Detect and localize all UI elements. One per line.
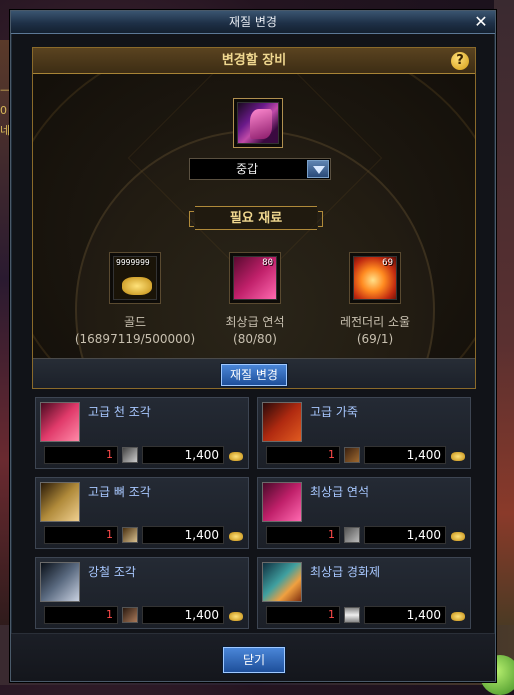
quantity-value: 1 bbox=[328, 608, 335, 621]
quantity-field[interactable]: 1 bbox=[44, 606, 118, 624]
material-caption-whetstone: 최상급 연석 (80/80) bbox=[185, 314, 325, 348]
quantity-field[interactable]: 1 bbox=[266, 606, 340, 624]
material-change-window: 재질 변경 ✕ 변경할 장비 ? 중갑 필요 재료 9999999 80 69 … bbox=[10, 10, 496, 682]
steel-piece-icon bbox=[40, 562, 80, 602]
close-button[interactable]: 닫기 bbox=[223, 647, 285, 673]
gold-icon bbox=[450, 607, 466, 623]
price-value: 1,400 bbox=[184, 448, 219, 462]
panel-header: 변경할 장비 ? bbox=[33, 48, 475, 74]
material-name: 레전더리 소울 bbox=[339, 315, 411, 329]
window-title: 재질 변경 bbox=[229, 15, 277, 29]
top-grade-whetstone-icon: 80 bbox=[233, 256, 277, 300]
shop-item-card[interactable]: 최상급 연석 1 1,400 bbox=[257, 477, 471, 549]
help-icon[interactable]: ? bbox=[451, 52, 469, 70]
price-field: 1,400 bbox=[364, 606, 446, 624]
required-materials-label: 필요 재료 bbox=[189, 206, 323, 230]
dropdown-selected-value: 중갑 bbox=[235, 162, 259, 176]
shop-item-card[interactable]: 최상급 경화제 1 1,400 bbox=[257, 557, 471, 629]
slot-count: 9999999 bbox=[116, 258, 150, 267]
item-name: 고급 가죽 bbox=[310, 405, 358, 419]
cloth-piece-icon bbox=[40, 402, 80, 442]
shop-item-card[interactable]: 고급 뼈 조각 1 1,400 bbox=[35, 477, 249, 549]
price-field: 1,400 bbox=[364, 446, 446, 464]
item-purchase-row: 1 1,400 bbox=[266, 606, 468, 624]
legendary-soul-icon: 69 bbox=[353, 256, 397, 300]
item-name: 고급 뼈 조각 bbox=[88, 485, 151, 499]
item-name: 강철 조각 bbox=[88, 565, 136, 579]
material-name: 최상급 연석 bbox=[225, 315, 285, 329]
item-name: 고급 천 조각 bbox=[88, 405, 151, 419]
slot-count: 69 bbox=[382, 258, 393, 268]
item-purchase-row: 1 1,400 bbox=[266, 446, 468, 464]
material-count: (69/1) bbox=[356, 332, 394, 346]
material-slot-soul[interactable]: 69 bbox=[349, 252, 401, 304]
close-icon[interactable]: ✕ bbox=[473, 11, 489, 34]
slot-count: 80 bbox=[262, 258, 273, 268]
material-slot-whetstone[interactable]: 80 bbox=[229, 252, 281, 304]
price-field: 1,400 bbox=[142, 446, 224, 464]
quantity-value: 1 bbox=[328, 528, 335, 541]
price-value: 1,400 bbox=[406, 448, 441, 462]
chevron-down-icon[interactable] bbox=[307, 160, 329, 178]
quantity-value: 1 bbox=[328, 448, 335, 461]
item-purchase-row: 1 1,400 bbox=[44, 446, 246, 464]
quantity-value: 1 bbox=[106, 528, 113, 541]
material-mini-icon bbox=[122, 527, 138, 543]
material-name: 골드 bbox=[123, 315, 147, 329]
material-count: (80/80) bbox=[233, 332, 277, 346]
quantity-value: 1 bbox=[106, 448, 113, 461]
gold-icon bbox=[228, 607, 244, 623]
hardener-icon bbox=[262, 562, 302, 602]
quantity-field[interactable]: 1 bbox=[266, 526, 340, 544]
change-button-bar: 재질 변경 bbox=[33, 358, 475, 388]
gold-icon bbox=[228, 447, 244, 463]
panel-header-label: 변경할 장비 bbox=[221, 53, 287, 68]
window-titlebar[interactable]: 재질 변경 ✕ bbox=[11, 11, 495, 34]
shop-item-card[interactable]: 고급 가죽 1 1,400 bbox=[257, 397, 471, 469]
leather-icon bbox=[262, 402, 302, 442]
item-purchase-row: 1 1,400 bbox=[44, 526, 246, 544]
price-value: 1,400 bbox=[406, 528, 441, 542]
shop-item-card[interactable]: 강철 조각 1 1,400 bbox=[35, 557, 249, 629]
material-count: (16897119/500000) bbox=[74, 332, 196, 346]
price-value: 1,400 bbox=[184, 608, 219, 622]
quantity-value: 1 bbox=[106, 608, 113, 621]
whetstone-icon bbox=[262, 482, 302, 522]
item-purchase-row: 1 1,400 bbox=[266, 526, 468, 544]
gold-icon bbox=[228, 527, 244, 543]
item-name: 최상급 경화제 bbox=[310, 565, 381, 579]
shop-item-card[interactable]: 고급 천 조각 1 1,400 bbox=[35, 397, 249, 469]
gold-icon bbox=[450, 527, 466, 543]
price-field: 1,400 bbox=[142, 526, 224, 544]
quantity-field[interactable]: 1 bbox=[266, 446, 340, 464]
change-material-button[interactable]: 재질 변경 bbox=[221, 364, 287, 386]
price-value: 1,400 bbox=[406, 608, 441, 622]
price-field: 1,400 bbox=[364, 526, 446, 544]
change-equipment-panel: 변경할 장비 ? 중갑 필요 재료 9999999 80 69 골드 (1689… bbox=[32, 47, 476, 389]
quantity-field[interactable]: 1 bbox=[44, 526, 118, 544]
price-field: 1,400 bbox=[142, 606, 224, 624]
equipment-armor-icon bbox=[237, 102, 279, 144]
material-mini-icon bbox=[122, 447, 138, 463]
background-scene-right bbox=[494, 0, 514, 685]
material-slot-gold[interactable]: 9999999 bbox=[109, 252, 161, 304]
item-purchase-row: 1 1,400 bbox=[44, 606, 246, 624]
material-type-dropdown[interactable]: 중갑 bbox=[189, 158, 331, 180]
gold-coins-icon: 9999999 bbox=[113, 256, 157, 300]
material-caption-gold: 골드 (16897119/500000) bbox=[65, 314, 205, 348]
material-mini-icon bbox=[122, 607, 138, 623]
material-mini-icon bbox=[344, 447, 360, 463]
bone-piece-icon bbox=[40, 482, 80, 522]
equipment-slot[interactable] bbox=[233, 98, 283, 148]
quantity-field[interactable]: 1 bbox=[44, 446, 118, 464]
material-caption-soul: 레전더리 소울 (69/1) bbox=[305, 314, 445, 348]
gold-icon bbox=[450, 447, 466, 463]
price-value: 1,400 bbox=[184, 528, 219, 542]
material-mini-icon bbox=[344, 527, 360, 543]
item-name: 최상급 연석 bbox=[310, 485, 370, 499]
material-mini-icon bbox=[344, 607, 360, 623]
